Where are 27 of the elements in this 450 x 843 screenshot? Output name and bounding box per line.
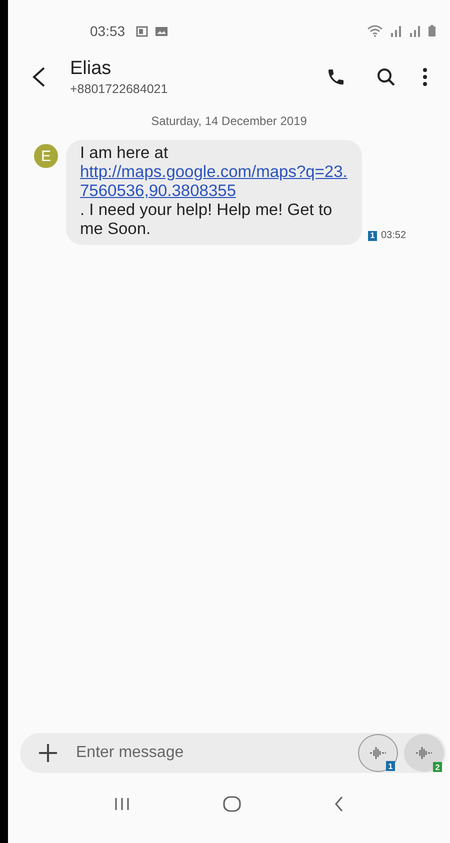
map-link[interactable]: http://maps.google.com/maps?q=23.7560536,90.3808355 [80,163,348,201]
message-field[interactable]: Enter message 1 2 [20,733,446,773]
signal-icon [390,25,402,37]
notification-icon [136,26,148,36]
message-time: 03:52 [381,230,406,241]
contact-avatar: E [34,144,58,168]
search-icon[interactable] [376,67,396,87]
date-divider: Saturday, 14 December 2019 [150,114,308,128]
recent-apps-icon[interactable] [114,797,130,811]
phone-number: +8801722684021 [70,82,169,96]
voice-wave-icon [415,746,433,760]
contact-name: Elias [70,58,112,80]
phone-icon[interactable] [326,67,346,87]
image-icon [155,26,168,36]
voice-wave-icon [369,746,387,760]
add-icon[interactable] [38,743,58,763]
status-time: 03:53 [90,23,126,39]
battery-icon [428,25,436,37]
home-icon[interactable] [222,796,241,812]
voice-send-button[interactable]: 1 [358,734,398,772]
signal-icon [409,25,421,37]
wifi-icon [367,25,383,37]
message-bubble: I am here at http://maps.google.com/maps?q=23.7560536,90.3808355 . I need your help! Help me! Get to me Soon. [66,140,362,245]
sim-badge: 1 [368,230,377,240]
back-icon[interactable] [32,67,46,87]
voice-send-button[interactable]: 2 [404,734,444,772]
more-options-icon[interactable] [422,67,428,87]
